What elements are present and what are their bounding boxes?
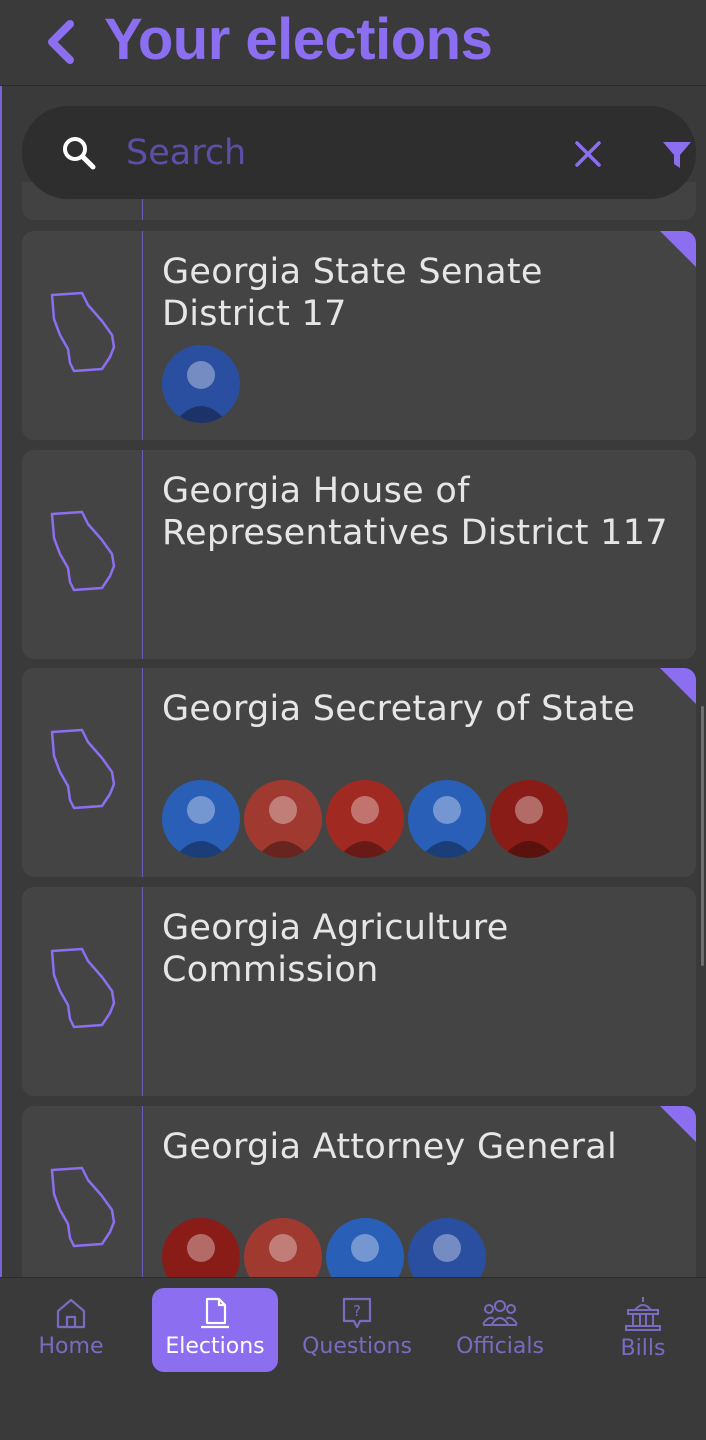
- election-name: Georgia House of Representatives Distric…: [162, 471, 668, 553]
- election-card[interactable]: Georgia State Senate District 17: [22, 231, 696, 440]
- close-icon[interactable]: [574, 140, 602, 168]
- person-icon: [244, 780, 322, 858]
- capitol-icon: [625, 1297, 661, 1331]
- nav-label-bills: Bills: [620, 1336, 666, 1361]
- filter-icon[interactable]: [662, 140, 692, 170]
- scrollbar-thumb[interactable]: [701, 706, 704, 966]
- election-card[interactable]: Georgia Secretary of State: [22, 668, 696, 877]
- question-icon: ?: [342, 1297, 372, 1329]
- card-divider: [142, 450, 143, 659]
- nav-item-home[interactable]: Home: [8, 1288, 134, 1372]
- election-name: Georgia Attorney General: [162, 1127, 618, 1167]
- georgia-map-icon: [50, 1166, 116, 1248]
- candidate-avatar[interactable]: [326, 1218, 404, 1277]
- chevron-left-icon: [48, 20, 74, 64]
- election-name: Georgia State Senate District 17: [162, 252, 543, 334]
- nav-label-home: Home: [38, 1334, 104, 1359]
- nav-label-officials: Officials: [456, 1334, 544, 1359]
- candidate-avatars: [162, 780, 572, 858]
- person-icon: [162, 780, 240, 858]
- person-icon: [408, 780, 486, 858]
- person-icon: [326, 780, 404, 858]
- app-header: Your elections: [0, 0, 706, 86]
- flag-corner-icon: [660, 668, 696, 704]
- candidate-avatar[interactable]: [408, 780, 486, 858]
- flag-corner-icon: [660, 231, 696, 267]
- person-icon: [244, 1218, 322, 1277]
- card-divider: [142, 887, 143, 1096]
- search-bar: [22, 106, 696, 199]
- flag-corner-icon: [660, 1106, 696, 1142]
- ballot-icon: [201, 1297, 229, 1329]
- search-input[interactable]: [126, 128, 546, 178]
- nav-label-questions: Questions: [302, 1334, 412, 1359]
- search-icon: [63, 137, 96, 170]
- nav-item-questions[interactable]: ? Questions: [294, 1288, 420, 1372]
- georgia-map-icon: [50, 947, 116, 1029]
- card-divider: [142, 231, 143, 440]
- back-button[interactable]: [36, 14, 86, 70]
- candidate-avatar[interactable]: [162, 780, 240, 858]
- page-title: Your elections: [104, 7, 493, 72]
- candidate-avatar[interactable]: [326, 780, 404, 858]
- card-divider: [142, 668, 143, 877]
- elections-list[interactable]: Georgia State Senate District 17 Georgia …: [0, 86, 706, 1277]
- person-icon: [162, 345, 240, 423]
- person-icon: [162, 1218, 240, 1277]
- georgia-map-icon: [50, 728, 116, 810]
- person-icon: [326, 1218, 404, 1277]
- bottom-navigation: Home Elections ? Questions Officials Bil…: [0, 1277, 706, 1440]
- nav-item-officials[interactable]: Officials: [437, 1288, 563, 1372]
- candidate-avatar[interactable]: [244, 780, 322, 858]
- georgia-map-icon: [50, 291, 116, 373]
- people-icon: [482, 1300, 518, 1326]
- candidate-avatars: [162, 345, 244, 423]
- candidate-avatar[interactable]: [490, 780, 568, 858]
- person-icon: [408, 1218, 486, 1277]
- election-name: Georgia Secretary of State: [162, 689, 636, 729]
- svg-text:?: ?: [353, 1302, 361, 1320]
- georgia-map-icon: [50, 510, 116, 592]
- nav-item-elections[interactable]: Elections: [152, 1288, 278, 1372]
- nav-item-bills[interactable]: Bills: [580, 1288, 706, 1372]
- home-icon: [56, 1298, 86, 1329]
- election-card[interactable]: Georgia House of Representatives Distric…: [22, 450, 696, 659]
- candidate-avatars: [162, 1218, 490, 1277]
- election-card[interactable]: Georgia Attorney General: [22, 1106, 696, 1277]
- person-icon: [490, 780, 568, 858]
- candidate-avatar[interactable]: [162, 345, 240, 423]
- candidate-avatar[interactable]: [244, 1218, 322, 1277]
- election-card[interactable]: Georgia Agriculture Commission: [22, 887, 696, 1096]
- nav-label-elections: Elections: [165, 1334, 265, 1359]
- card-divider: [142, 1106, 143, 1277]
- candidate-avatar[interactable]: [162, 1218, 240, 1277]
- candidate-avatar[interactable]: [408, 1218, 486, 1277]
- election-name: Georgia Agriculture Commission: [162, 908, 509, 990]
